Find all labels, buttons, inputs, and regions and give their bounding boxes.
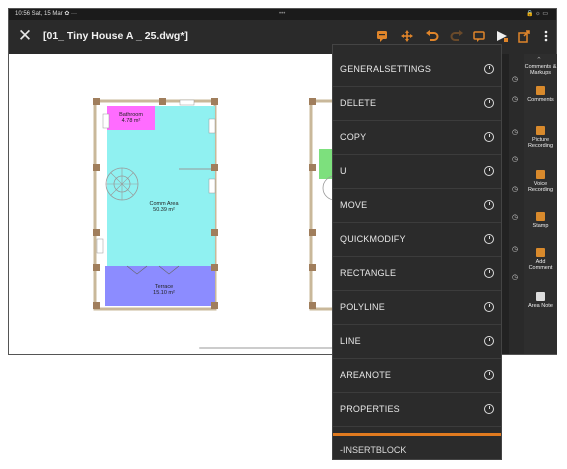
comment-icon [536, 86, 545, 95]
clock-icon [484, 98, 494, 108]
clock-icon [484, 132, 494, 142]
document-title: [01_ Tiny House A _ 25.dwg*] [43, 30, 188, 42]
menu-item-label: PROPERTIES [340, 404, 400, 414]
menu-item-delete[interactable]: DELETE [333, 88, 501, 121]
history-strip: ◷ ◷ ◷ ◷ ◷ ◷ ◷ ◷ [509, 54, 524, 354]
clock-icon: ◷ [512, 246, 519, 253]
undo-icon[interactable] [425, 29, 439, 43]
panel-comments-markups[interactable]: Comments & Markups [524, 64, 557, 76]
comments-panel: ⌃ Comments & Markups Comments Picture Re… [524, 54, 557, 354]
menu-item-label: AREANOTE [340, 370, 392, 380]
panel-label: Voice Recording [527, 181, 554, 193]
stamp-icon [536, 212, 545, 221]
panel-label: Comments & Markups [524, 64, 557, 76]
menu-item-label: QUICKMODIFY [340, 234, 406, 244]
menu-item-line[interactable]: LINE [333, 326, 501, 359]
clock-icon: ◷ [512, 96, 519, 103]
menu-item-label: POLYLINE [340, 302, 385, 312]
menu-item-label: RECTANGLE [340, 268, 397, 278]
microphone-icon [536, 170, 545, 179]
panel-voice-recording[interactable]: Voice Recording [524, 170, 557, 193]
add-comment-icon [536, 248, 545, 257]
more-options-icon[interactable] [539, 29, 553, 43]
panel-label: Comments [527, 97, 554, 103]
terrace-area: 15.10 m² [153, 290, 175, 296]
area-note-icon [536, 292, 545, 301]
clock-icon: ◷ [512, 274, 519, 281]
menu-item-polyline[interactable]: POLYLINE [333, 292, 501, 325]
clock-icon [484, 404, 494, 414]
camera-icon [536, 126, 545, 135]
menu-item-label: GENERALSETTINGS [340, 64, 432, 74]
terrace-label: Terrace 15.10 m² [129, 284, 199, 296]
clock-icon [484, 166, 494, 176]
clock-icon [484, 200, 494, 210]
menu-item-label: DELETE [340, 98, 377, 108]
panel-picture-recording[interactable]: Picture Recording [524, 126, 557, 149]
clock-icon [484, 302, 494, 312]
clock-icon: ◷ [512, 76, 519, 83]
menu-item-generalsettings[interactable]: GENERALSETTINGS [333, 54, 501, 87]
panel-area-note[interactable]: Area Note [524, 292, 557, 309]
close-icon[interactable]: ✕ [17, 27, 33, 44]
clock-icon: ◷ [512, 186, 519, 193]
export-icon[interactable] [517, 29, 531, 43]
clock-icon [484, 370, 494, 380]
menu-item-insertblock[interactable]: -INSERTBLOCK [340, 445, 406, 455]
menu-item-label: MOVE [340, 200, 368, 210]
comm-area-area: 50.39 m² [153, 207, 175, 213]
menu-item-quickmodify[interactable]: QUICKMODIFY [333, 224, 501, 257]
bathroom-area: 4.78 m² [121, 118, 141, 124]
panel-label: Add Comment [528, 259, 553, 271]
status-icons: 🔒 ☼ ▭ [526, 11, 548, 17]
clock-icon [484, 234, 494, 244]
move-icon[interactable] [400, 29, 414, 43]
menu-item-u[interactable]: U [333, 156, 501, 189]
clock-icon [484, 336, 494, 346]
status-center: ••• [279, 11, 286, 17]
panel-label: Area Note [528, 303, 553, 309]
status-bar: 10:56 Sat, 15 Mar ✿ ··· ••• 🔒 ☼ ▭ [9, 9, 556, 20]
clock-icon: ◷ [512, 214, 519, 221]
menu-item-areanote[interactable]: AREANOTE [333, 360, 501, 393]
comment-icon[interactable] [375, 29, 389, 43]
command-history-menu: GENERALSETTINGS DELETE COPY U MOVE QUICK… [332, 44, 502, 460]
panel-stamp[interactable]: Stamp [524, 212, 557, 229]
menu-divider [333, 433, 501, 436]
menu-item-rectangle[interactable]: RECTANGLE [333, 258, 501, 291]
panel-label: Stamp [532, 223, 549, 229]
panel-add-comment[interactable]: Add Comment [524, 248, 557, 271]
redo-icon[interactable] [450, 29, 464, 43]
chevron-up-icon[interactable]: ⌃ [536, 56, 542, 64]
layers-icon[interactable] [495, 29, 509, 43]
bathroom-label: Bathroom 4.78 m² [107, 112, 155, 124]
panel-label: Picture Recording [527, 137, 554, 149]
menu-item-label: U [340, 166, 347, 176]
menu-item-properties[interactable]: PROPERTIES [333, 394, 501, 427]
panel-comments[interactable]: Comments [524, 86, 557, 103]
clock-icon: ◷ [512, 156, 519, 163]
clock-icon [484, 64, 494, 74]
menu-item-label: COPY [340, 132, 367, 142]
clock-icon: ◷ [512, 129, 519, 136]
status-time: 10:56 Sat, 15 Mar ✿ ··· [15, 11, 78, 17]
menu-item-move[interactable]: MOVE [333, 190, 501, 223]
menu-item-copy[interactable]: COPY [333, 122, 501, 155]
markup-icon[interactable] [472, 29, 486, 43]
clock-icon [484, 268, 494, 278]
menu-item-label: LINE [340, 336, 361, 346]
comm-area-label: Comm Area 50.39 m² [129, 201, 199, 213]
